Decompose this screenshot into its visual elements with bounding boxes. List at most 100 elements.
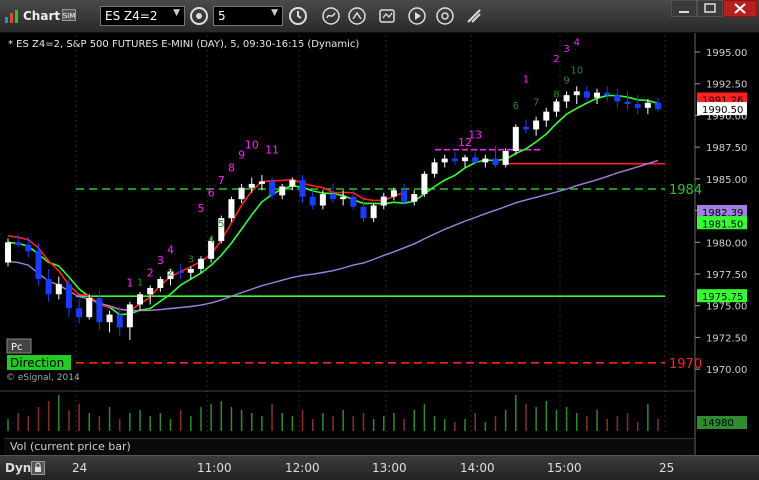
draw-icon[interactable] [347,6,367,26]
price-chart[interactable]: * ES Z4=2, S&P 500 FUTURES E-MINI (DAY),… [0,33,759,455]
candle-body [309,196,316,206]
candle-body [482,158,489,163]
candle-body [553,101,560,112]
candle-body [502,150,509,165]
candle-body [137,294,144,305]
candle-body [543,111,550,121]
time-axis-bar: Dyn 24 11:00 12:00 13:00 14:00 15:00 25 [0,455,759,480]
count-label-green: 8 [553,90,559,101]
candle-body [655,102,661,110]
candle-body [187,268,194,273]
count-label: 8 [228,161,235,174]
chart-header: * ES Z4=2, S&P 500 FUTURES E-MINI (DAY),… [8,39,359,50]
formula-icon[interactable] [321,6,341,26]
chart-toolbar: Chart SIM ES Z4=2 ▼ 5 ▼ [0,0,759,33]
candle-body [340,196,347,200]
candle-body [360,206,367,219]
candle-body [269,181,276,196]
drawing-tools-icon[interactable] [464,6,484,26]
interval-value: 5 [218,9,226,23]
candle-body [421,173,428,195]
candle-body [238,187,245,200]
axis-tick-label: 1980.00 [706,238,747,249]
maximize-icon[interactable] [697,0,723,17]
window-title: Chart [23,9,61,23]
time-label: 12:00 [285,461,320,475]
candle-body [319,194,326,206]
dyn-button[interactable]: Dyn [5,461,31,475]
candle-body [55,284,62,295]
symbol-value: ES Z4=2 [105,9,158,23]
candle-body [411,194,418,202]
candle-body [624,101,631,105]
candle-body [157,279,164,288]
time-label: 24 [72,461,88,475]
studies-icon[interactable] [377,6,397,26]
sim-icon[interactable]: SIM [62,9,76,21]
play-icon[interactable] [407,6,427,26]
interval-input[interactable]: 5 ▼ [213,6,283,26]
count-label-green: 6 [513,101,519,112]
count-label: 10 [245,138,259,151]
candle-body [5,242,11,263]
candle-body [197,258,204,269]
count-label: 1 [126,277,133,290]
count-label: 4 [167,244,174,257]
candle-body [289,180,296,187]
price-tag-last: 1990.50 [702,105,743,116]
minimize-icon[interactable] [671,0,697,17]
settings-icon[interactable] [435,6,455,26]
clock-icon[interactable] [288,6,308,26]
candle-body [512,126,519,151]
count-label: 4 [574,38,580,49]
link-settings-icon[interactable] [189,6,209,26]
symbol-input[interactable]: ES Z4=2 ▼ [100,6,185,26]
level-label-1984: 1984 [669,183,702,198]
count-label: 2 [553,54,559,65]
chevron-down-icon: ▼ [271,8,278,18]
count-label-green: 3 [188,255,194,266]
time-label: 13:00 [372,461,407,475]
count-label: 6 [208,187,215,200]
count-label: 11 [265,143,279,156]
candle-body [65,284,72,309]
count-label: 2 [147,267,154,280]
count-label-green: 10 [570,66,583,77]
candle-body [573,91,580,96]
count-label: 13 [468,128,482,141]
count-label-green: 1 [137,277,143,288]
candle-body [583,91,590,98]
count-label: 3 [563,44,569,55]
candle-body [451,158,458,162]
count-label-green: 9 [563,76,569,87]
time-label: 15:00 [547,461,582,475]
candle-body [614,95,621,102]
count-label: 7 [218,174,225,187]
candle-body [106,314,113,323]
axis-tick-label: 1972.50 [706,333,747,344]
count-label-green: 2 [167,267,173,278]
candle-body [258,181,265,184]
price-tag-support: 1975.75 [702,292,743,303]
chevron-down-icon: ▼ [173,8,180,18]
candle-body [380,196,387,206]
close-icon[interactable] [723,0,757,17]
volume-study-label[interactable]: Vol (current price bar) [4,438,694,455]
svg-text:SIM: SIM [63,12,76,20]
lock-icon[interactable] [31,461,45,475]
copyright: © eSignal, 2014 [6,373,80,383]
price-tag-green: 1981.50 [702,219,743,230]
candle-body [86,298,93,318]
candle-body [472,157,479,163]
candle-body [533,120,540,130]
candle-body [25,244,32,252]
candle-body [35,251,42,280]
volume-tag: 14980 [702,418,734,429]
candle-body [330,194,336,200]
time-label: 11:00 [197,461,232,475]
axis-tick-label: 1970.00 [706,365,747,376]
candle-body [441,158,448,163]
axis-tick-label: 1995.00 [706,48,747,59]
candle-body [126,304,133,328]
candle-body [401,190,408,202]
